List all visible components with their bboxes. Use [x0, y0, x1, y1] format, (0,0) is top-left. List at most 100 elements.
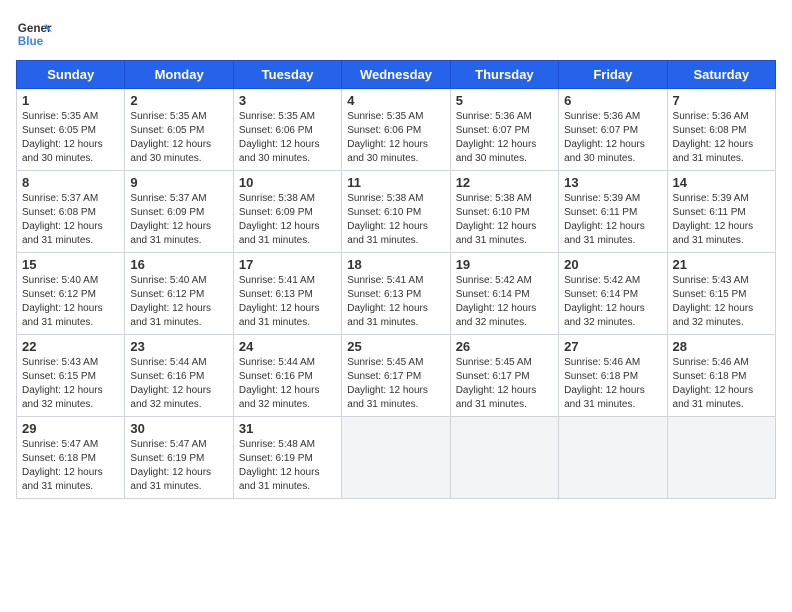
calendar-cell: 11 Sunrise: 5:38 AMSunset: 6:10 PMDaylig…: [342, 171, 450, 253]
day-number: 27: [564, 339, 661, 354]
day-number: 8: [22, 175, 119, 190]
cell-info: Sunrise: 5:40 AMSunset: 6:12 PMDaylight:…: [130, 275, 211, 328]
weekday-header: Friday: [559, 61, 667, 89]
calendar-cell: 31 Sunrise: 5:48 AMSunset: 6:19 PMDaylig…: [233, 417, 341, 499]
calendar-cell: 28 Sunrise: 5:46 AMSunset: 6:18 PMDaylig…: [667, 335, 775, 417]
day-number: 11: [347, 175, 444, 190]
calendar-cell: 13 Sunrise: 5:39 AMSunset: 6:11 PMDaylig…: [559, 171, 667, 253]
calendar-table: SundayMondayTuesdayWednesdayThursdayFrid…: [16, 60, 776, 499]
day-number: 4: [347, 93, 444, 108]
cell-info: Sunrise: 5:35 AMSunset: 6:05 PMDaylight:…: [130, 111, 211, 164]
calendar-cell: 4 Sunrise: 5:35 AMSunset: 6:06 PMDayligh…: [342, 89, 450, 171]
calendar-cell: 17 Sunrise: 5:41 AMSunset: 6:13 PMDaylig…: [233, 253, 341, 335]
calendar-cell: 10 Sunrise: 5:38 AMSunset: 6:09 PMDaylig…: [233, 171, 341, 253]
calendar-cell: [559, 417, 667, 499]
cell-info: Sunrise: 5:38 AMSunset: 6:10 PMDaylight:…: [456, 193, 537, 246]
day-number: 6: [564, 93, 661, 108]
cell-info: Sunrise: 5:36 AMSunset: 6:07 PMDaylight:…: [564, 111, 645, 164]
cell-info: Sunrise: 5:45 AMSunset: 6:17 PMDaylight:…: [456, 357, 537, 410]
calendar-cell: 21 Sunrise: 5:43 AMSunset: 6:15 PMDaylig…: [667, 253, 775, 335]
day-number: 19: [456, 257, 553, 272]
calendar-cell: 20 Sunrise: 5:42 AMSunset: 6:14 PMDaylig…: [559, 253, 667, 335]
cell-info: Sunrise: 5:41 AMSunset: 6:13 PMDaylight:…: [239, 275, 320, 328]
cell-info: Sunrise: 5:46 AMSunset: 6:18 PMDaylight:…: [673, 357, 754, 410]
day-number: 16: [130, 257, 227, 272]
logo-icon: General Blue: [16, 16, 52, 52]
cell-info: Sunrise: 5:44 AMSunset: 6:16 PMDaylight:…: [239, 357, 320, 410]
day-number: 29: [22, 421, 119, 436]
day-number: 1: [22, 93, 119, 108]
cell-info: Sunrise: 5:46 AMSunset: 6:18 PMDaylight:…: [564, 357, 645, 410]
day-number: 3: [239, 93, 336, 108]
cell-info: Sunrise: 5:35 AMSunset: 6:06 PMDaylight:…: [239, 111, 320, 164]
cell-info: Sunrise: 5:41 AMSunset: 6:13 PMDaylight:…: [347, 275, 428, 328]
weekday-header: Saturday: [667, 61, 775, 89]
calendar-cell: 29 Sunrise: 5:47 AMSunset: 6:18 PMDaylig…: [17, 417, 125, 499]
day-number: 20: [564, 257, 661, 272]
day-number: 28: [673, 339, 770, 354]
weekday-header: Wednesday: [342, 61, 450, 89]
svg-text:Blue: Blue: [18, 35, 44, 48]
cell-info: Sunrise: 5:42 AMSunset: 6:14 PMDaylight:…: [564, 275, 645, 328]
calendar-cell: [342, 417, 450, 499]
cell-info: Sunrise: 5:35 AMSunset: 6:06 PMDaylight:…: [347, 111, 428, 164]
calendar-cell: 23 Sunrise: 5:44 AMSunset: 6:16 PMDaylig…: [125, 335, 233, 417]
calendar-cell: 24 Sunrise: 5:44 AMSunset: 6:16 PMDaylig…: [233, 335, 341, 417]
day-number: 24: [239, 339, 336, 354]
calendar-cell: 7 Sunrise: 5:36 AMSunset: 6:08 PMDayligh…: [667, 89, 775, 171]
calendar-cell: [450, 417, 558, 499]
cell-info: Sunrise: 5:42 AMSunset: 6:14 PMDaylight:…: [456, 275, 537, 328]
calendar-cell: 19 Sunrise: 5:42 AMSunset: 6:14 PMDaylig…: [450, 253, 558, 335]
calendar-cell: 8 Sunrise: 5:37 AMSunset: 6:08 PMDayligh…: [17, 171, 125, 253]
calendar-cell: 5 Sunrise: 5:36 AMSunset: 6:07 PMDayligh…: [450, 89, 558, 171]
day-number: 26: [456, 339, 553, 354]
day-number: 12: [456, 175, 553, 190]
weekday-header: Thursday: [450, 61, 558, 89]
weekday-header: Tuesday: [233, 61, 341, 89]
cell-info: Sunrise: 5:37 AMSunset: 6:09 PMDaylight:…: [130, 193, 211, 246]
calendar-cell: 9 Sunrise: 5:37 AMSunset: 6:09 PMDayligh…: [125, 171, 233, 253]
day-number: 14: [673, 175, 770, 190]
day-number: 25: [347, 339, 444, 354]
page-header: General Blue: [16, 16, 776, 52]
day-number: 21: [673, 257, 770, 272]
calendar-cell: 25 Sunrise: 5:45 AMSunset: 6:17 PMDaylig…: [342, 335, 450, 417]
cell-info: Sunrise: 5:40 AMSunset: 6:12 PMDaylight:…: [22, 275, 103, 328]
cell-info: Sunrise: 5:48 AMSunset: 6:19 PMDaylight:…: [239, 439, 320, 492]
calendar-cell: 3 Sunrise: 5:35 AMSunset: 6:06 PMDayligh…: [233, 89, 341, 171]
calendar-cell: 15 Sunrise: 5:40 AMSunset: 6:12 PMDaylig…: [17, 253, 125, 335]
cell-info: Sunrise: 5:47 AMSunset: 6:19 PMDaylight:…: [130, 439, 211, 492]
day-number: 15: [22, 257, 119, 272]
day-number: 18: [347, 257, 444, 272]
cell-info: Sunrise: 5:39 AMSunset: 6:11 PMDaylight:…: [673, 193, 754, 246]
weekday-header: Sunday: [17, 61, 125, 89]
calendar-cell: 16 Sunrise: 5:40 AMSunset: 6:12 PMDaylig…: [125, 253, 233, 335]
calendar-cell: 26 Sunrise: 5:45 AMSunset: 6:17 PMDaylig…: [450, 335, 558, 417]
day-number: 30: [130, 421, 227, 436]
calendar-cell: 27 Sunrise: 5:46 AMSunset: 6:18 PMDaylig…: [559, 335, 667, 417]
calendar-cell: 2 Sunrise: 5:35 AMSunset: 6:05 PMDayligh…: [125, 89, 233, 171]
calendar-cell: 18 Sunrise: 5:41 AMSunset: 6:13 PMDaylig…: [342, 253, 450, 335]
logo: General Blue: [16, 16, 52, 52]
calendar-cell: 14 Sunrise: 5:39 AMSunset: 6:11 PMDaylig…: [667, 171, 775, 253]
calendar-cell: 30 Sunrise: 5:47 AMSunset: 6:19 PMDaylig…: [125, 417, 233, 499]
cell-info: Sunrise: 5:43 AMSunset: 6:15 PMDaylight:…: [22, 357, 103, 410]
day-number: 17: [239, 257, 336, 272]
calendar-cell: 12 Sunrise: 5:38 AMSunset: 6:10 PMDaylig…: [450, 171, 558, 253]
calendar-cell: 1 Sunrise: 5:35 AMSunset: 6:05 PMDayligh…: [17, 89, 125, 171]
calendar-cell: [667, 417, 775, 499]
day-number: 7: [673, 93, 770, 108]
cell-info: Sunrise: 5:38 AMSunset: 6:10 PMDaylight:…: [347, 193, 428, 246]
cell-info: Sunrise: 5:36 AMSunset: 6:08 PMDaylight:…: [673, 111, 754, 164]
day-number: 23: [130, 339, 227, 354]
day-number: 13: [564, 175, 661, 190]
cell-info: Sunrise: 5:39 AMSunset: 6:11 PMDaylight:…: [564, 193, 645, 246]
day-number: 2: [130, 93, 227, 108]
day-number: 22: [22, 339, 119, 354]
calendar-cell: 6 Sunrise: 5:36 AMSunset: 6:07 PMDayligh…: [559, 89, 667, 171]
calendar-cell: 22 Sunrise: 5:43 AMSunset: 6:15 PMDaylig…: [17, 335, 125, 417]
cell-info: Sunrise: 5:43 AMSunset: 6:15 PMDaylight:…: [673, 275, 754, 328]
day-number: 10: [239, 175, 336, 190]
day-number: 31: [239, 421, 336, 436]
day-number: 9: [130, 175, 227, 190]
